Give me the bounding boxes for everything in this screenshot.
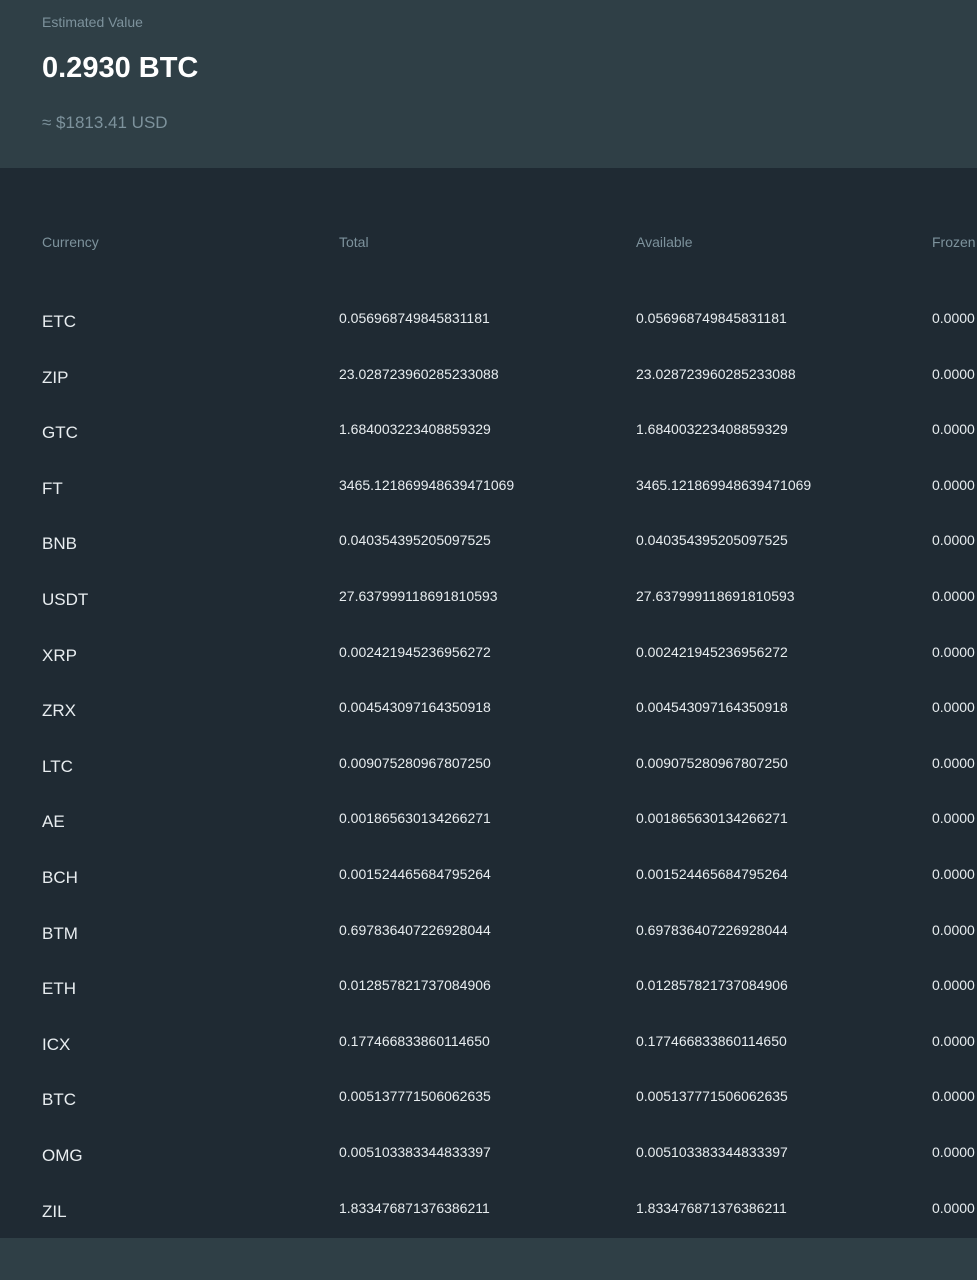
frozen-cell: 0.0000 — [932, 476, 975, 493]
total-cell: 0.697836407226928044 — [339, 921, 491, 938]
available-cell: 23.028723960285233088 — [636, 365, 796, 382]
currency-cell: BNB — [42, 534, 77, 554]
table-row[interactable]: ETC 0.056968749845831181 0.056968749845831… — [0, 310, 977, 366]
table-row[interactable]: ZIL 1.833476871376386211 1.833476871376386… — [0, 1200, 977, 1238]
available-cell: 0.004543097164350918 — [636, 699, 788, 716]
table-row[interactable]: AE 0.001865630134266271 0.0018656301342662… — [0, 810, 977, 866]
currency-cell: ICX — [42, 1034, 71, 1054]
currency-cell: LTC — [42, 756, 73, 776]
available-cell: 0.009075280967807250 — [636, 754, 788, 771]
frozen-cell: 0.0000 — [932, 977, 975, 994]
table-row[interactable]: LTC 0.009075280967807250 0.009075280967807… — [0, 755, 977, 811]
estimated-value-label: Estimated Value — [42, 14, 143, 30]
total-cell: 0.009075280967807250 — [339, 754, 491, 771]
currency-cell: BCH — [42, 868, 78, 887]
estimated-value-usd: ≈ $1813.41 USD — [42, 113, 168, 132]
frozen-cell: 0.0000 — [932, 921, 975, 938]
frozen-cell: 0.0000 — [932, 365, 975, 382]
table-row[interactable]: BNB 0.040354395205097525 0.040354395205097… — [0, 532, 977, 588]
frozen-cell: 0.0000 — [932, 1032, 975, 1049]
total-cell: 0.056968749845831181 — [339, 310, 490, 326]
frozen-cell: 0.0000 — [932, 1199, 975, 1216]
available-cell: 0.005137771506062635 — [636, 1088, 788, 1105]
column-header-frozen: Frozen — [932, 234, 976, 250]
table-row[interactable]: ETH 0.012857821737084906 0.012857821737084… — [0, 977, 977, 1033]
available-cell: 0.001524465684795264 — [636, 866, 788, 882]
currency-cell: BTM — [42, 923, 78, 943]
table-row[interactable]: GTC 1.684003223408859329 1.684003223408859… — [0, 421, 977, 477]
currency-cell: ZIL — [42, 1201, 67, 1221]
table-row[interactable]: BCH 0.001524465684795264 0.001524465684795… — [0, 866, 977, 922]
available-cell: 3465.121869948639471069 — [636, 476, 812, 493]
frozen-cell: 0.0000 — [932, 643, 975, 660]
available-cell: 0.056968749845831181 — [636, 310, 787, 326]
frozen-cell: 0.0000 — [932, 866, 975, 882]
total-cell: 0.040354395205097525 — [339, 532, 491, 549]
currency-cell: GTC — [42, 423, 78, 443]
currency-cell: OMG — [42, 1146, 83, 1165]
currency-cell: ETH — [42, 979, 76, 999]
table-row[interactable]: USDT 27.637999118691810593 27.637999118691… — [0, 588, 977, 644]
total-cell: 1.684003223408859329 — [339, 421, 491, 438]
currency-cell: AE — [42, 812, 65, 832]
total-cell: 0.177466833860114650 — [339, 1032, 490, 1049]
frozen-cell: 0.0000 — [932, 754, 975, 771]
total-cell: 0.004543097164350918 — [339, 699, 491, 716]
total-cell: 1.833476871376386211 — [339, 1199, 490, 1216]
estimated-value-btc: 0.2930 BTC — [42, 52, 199, 84]
total-cell: 23.028723960285233088 — [339, 365, 499, 382]
total-cell: 0.005137771506062635 — [339, 1088, 491, 1105]
table-row[interactable]: ZIP 23.028723960285233088 23.0287239602852… — [0, 366, 977, 422]
table-row[interactable]: OMG 0.005103383344833397 0.005103383344833… — [0, 1144, 977, 1200]
available-cell: 27.637999118691810593 — [636, 588, 795, 604]
frozen-cell: 0.0000 — [932, 421, 975, 438]
available-cell: 0.040354395205097525 — [636, 532, 788, 549]
currency-cell: XRP — [42, 645, 77, 665]
available-cell: 0.001865630134266271 — [636, 810, 788, 827]
available-cell: 0.005103383344833397 — [636, 1144, 788, 1160]
total-cell: 3465.121869948639471069 — [339, 476, 515, 493]
frozen-cell: 0.0000 — [932, 1144, 975, 1160]
estimated-value-panel: Estimated Value 0.2930 BTC ≈ $1813.41 US… — [0, 0, 977, 168]
available-cell: 0.697836407226928044 — [636, 921, 788, 938]
total-cell: 0.002421945236956272 — [339, 643, 491, 660]
currency-cell: ZRX — [42, 701, 76, 721]
frozen-cell: 0.0000 — [932, 588, 975, 604]
table-row[interactable]: XRP 0.002421945236956272 0.002421945236956… — [0, 644, 977, 700]
available-cell: 0.177466833860114650 — [636, 1032, 787, 1049]
frozen-cell: 0.0000 — [932, 1088, 975, 1105]
frozen-cell: 0.0000 — [932, 532, 975, 549]
table-row[interactable]: ZRX 0.004543097164350918 0.004543097164350… — [0, 699, 977, 755]
table-row[interactable]: FT 3465.121869948639471069 3465.1218699486… — [0, 477, 977, 533]
currency-cell: FT — [42, 478, 63, 498]
currency-cell: ZIP — [42, 367, 69, 387]
frozen-cell: 0.0000 — [932, 699, 975, 716]
available-cell: 0.012857821737084906 — [636, 977, 788, 994]
table-row[interactable]: ICX 0.177466833860114650 0.177466833860114… — [0, 1033, 977, 1089]
table-row[interactable]: BTM 0.697836407226928044 0.697836407226928… — [0, 922, 977, 978]
footer-strip — [0, 1238, 977, 1280]
column-header-total: Total — [339, 234, 369, 250]
frozen-cell: 0.0000 — [932, 310, 975, 326]
total-cell: 0.001524465684795264 — [339, 866, 491, 882]
total-cell: 0.001865630134266271 — [339, 810, 491, 827]
total-cell: 27.637999118691810593 — [339, 588, 498, 604]
balances-table: Currency Total Available Frozen ETC 0.056… — [0, 168, 977, 1238]
table-row[interactable]: BTC 0.005137771506062635 0.005137771506062… — [0, 1088, 977, 1144]
available-cell: 0.002421945236956272 — [636, 643, 788, 660]
column-header-available: Available — [636, 234, 693, 250]
available-cell: 1.833476871376386211 — [636, 1199, 787, 1216]
currency-cell: ETC — [42, 312, 76, 331]
currency-cell: BTC — [42, 1090, 76, 1110]
currency-cell: USDT — [42, 590, 89, 609]
total-cell: 0.005103383344833397 — [339, 1144, 491, 1160]
total-cell: 0.012857821737084906 — [339, 977, 491, 994]
available-cell: 1.684003223408859329 — [636, 421, 788, 438]
column-header-currency: Currency — [42, 234, 99, 250]
frozen-cell: 0.0000 — [932, 810, 975, 827]
